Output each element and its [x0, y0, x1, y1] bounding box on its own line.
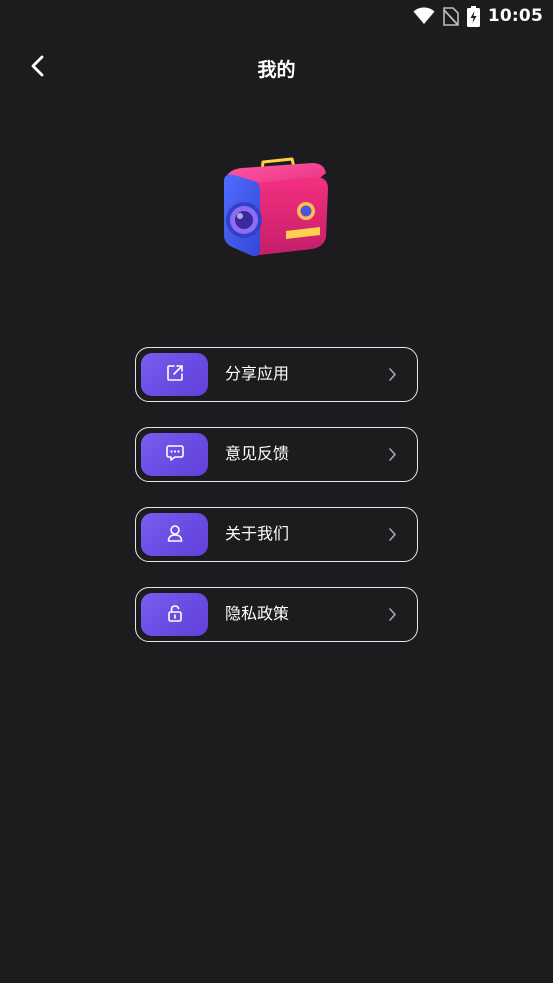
- menu-item-badge: [141, 353, 208, 396]
- page-title: 我的: [257, 59, 296, 81]
- chevron-right-icon: [388, 367, 397, 386]
- menu-item-label: 分享应用: [225, 364, 290, 383]
- feedback-icon: [165, 443, 185, 467]
- chevron-right-icon: [388, 607, 397, 626]
- menu-item-label: 隐私政策: [225, 604, 290, 623]
- chevron-right-icon: [388, 527, 397, 546]
- menu-item-badge: [141, 593, 208, 636]
- status-bar: 10:05: [0, 0, 553, 32]
- menu-item-about-us[interactable]: 关于我们: [135, 507, 418, 562]
- status-time: 10:05: [487, 6, 543, 26]
- lock-icon: [165, 603, 185, 627]
- camera-illustration: [220, 155, 332, 263]
- menu-list: 分享应用 意见反馈 关于我们 隐私政策: [135, 347, 418, 667]
- share-icon: [165, 363, 185, 387]
- no-sim-icon: [443, 6, 459, 26]
- menu-item-privacy-policy[interactable]: 隐私政策: [135, 587, 418, 642]
- menu-item-label: 意见反馈: [225, 444, 290, 463]
- chevron-right-icon: [388, 447, 397, 466]
- menu-item-feedback[interactable]: 意见反馈: [135, 427, 418, 482]
- status-icons: 10:05: [413, 4, 543, 28]
- wifi-icon: [413, 7, 435, 25]
- user-icon: [165, 523, 185, 547]
- menu-item-share-app[interactable]: 分享应用: [135, 347, 418, 402]
- menu-item-badge: [141, 513, 208, 556]
- menu-item-badge: [141, 433, 208, 476]
- header: 我的: [0, 44, 553, 92]
- battery-charging-icon: [466, 5, 480, 27]
- menu-item-label: 关于我们: [225, 524, 290, 543]
